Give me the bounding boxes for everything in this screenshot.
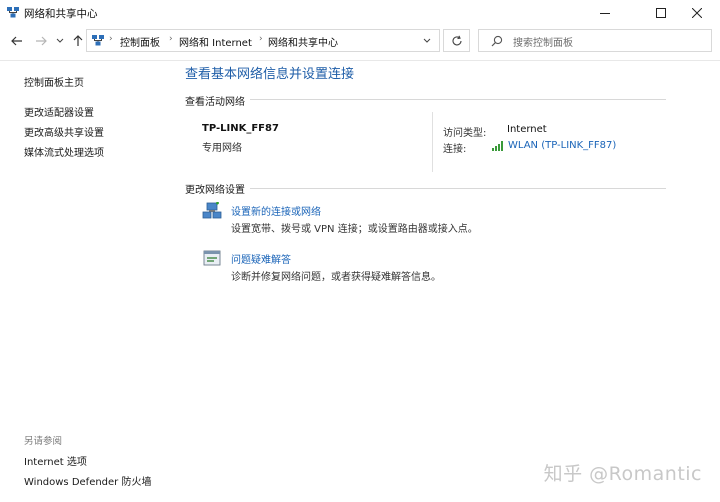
sidebar-item-windows-defender-firewall[interactable]: Windows Defender 防火墙 — [24, 473, 151, 488]
forward-button[interactable] — [32, 32, 50, 50]
access-type-label: 访问类型: — [443, 128, 487, 139]
back-button[interactable] — [8, 32, 26, 50]
divider — [0, 60, 720, 61]
sidebar-item-media-streaming-options[interactable]: 媒体流式处理选项 — [24, 144, 104, 159]
arrow-up-icon — [73, 35, 83, 46]
arrow-left-icon — [11, 36, 22, 46]
new-connection-icon — [202, 202, 222, 219]
breadcrumb-network-sharing-center[interactable]: 网络和共享中心 — [268, 34, 338, 49]
search-box[interactable]: 搜索控制面板 — [478, 29, 712, 52]
chevron-right-icon: › — [109, 34, 113, 44]
wlan-connection-link[interactable]: WLAN (TP-LINK_FF87) — [508, 140, 616, 151]
wifi-signal-icon — [492, 141, 503, 151]
troubleshoot-icon — [203, 250, 221, 266]
up-button[interactable] — [69, 32, 87, 50]
chevron-right-icon: › — [169, 34, 173, 44]
network-center-icon — [92, 35, 104, 46]
setup-new-connection-link[interactable]: 设置新的连接或网络 — [231, 203, 321, 218]
search-icon — [491, 35, 503, 47]
minimize-icon — [600, 13, 610, 14]
close-button[interactable] — [674, 0, 720, 26]
sidebar-item-change-adapter-settings[interactable]: 更改适配器设置 — [24, 104, 94, 119]
divider — [432, 112, 433, 172]
chevron-down-icon[interactable] — [423, 38, 431, 44]
recent-locations-button[interactable] — [53, 32, 67, 50]
title-bar: 网络和共享中心 — [0, 0, 720, 26]
close-icon — [692, 8, 702, 18]
watermark: 知乎 @Romantic — [543, 463, 702, 485]
maximize-icon — [656, 8, 666, 18]
divider — [250, 99, 666, 100]
page-title: 查看基本网络信息并设置连接 — [185, 67, 355, 82]
active-networks-heading: 查看活动网络 — [185, 97, 245, 108]
minimize-button[interactable] — [582, 0, 628, 26]
refresh-button[interactable] — [443, 29, 470, 52]
connections-label: 连接: — [443, 144, 467, 155]
breadcrumb-network-internet[interactable]: 网络和 Internet — [179, 34, 252, 49]
troubleshoot-link[interactable]: 问题疑难解答 — [231, 251, 291, 266]
setup-new-connection-desc: 设置宽带、拨号或 VPN 连接；或设置路由器或接入点。 — [231, 224, 478, 235]
arrow-right-icon — [36, 36, 47, 46]
network-category[interactable]: 专用网络 — [202, 139, 242, 154]
troubleshoot-desc: 诊断并修复网络问题，或者获得疑难解答信息。 — [231, 272, 441, 283]
refresh-icon — [452, 35, 462, 45]
window-title: 网络和共享中心 — [24, 8, 98, 20]
breadcrumb-control-panel[interactable]: 控制面板 — [120, 34, 160, 49]
change-settings-heading: 更改网络设置 — [185, 185, 245, 196]
search-input[interactable]: 搜索控制面板 — [513, 34, 573, 49]
see-also-heading: 另请参阅 — [24, 436, 63, 447]
divider — [250, 188, 666, 189]
network-name: TP-LINK_FF87 — [202, 123, 279, 134]
sidebar-item-control-panel-home[interactable]: 控制面板主页 — [24, 74, 84, 89]
network-center-icon — [7, 7, 19, 18]
sidebar-item-internet-options[interactable]: Internet 选项 — [24, 453, 87, 468]
sidebar-item-advanced-sharing-settings[interactable]: 更改高级共享设置 — [24, 124, 104, 139]
access-type-value: Internet — [507, 124, 547, 135]
address-bar[interactable]: › 控制面板 › 网络和 Internet › 网络和共享中心 — [86, 29, 440, 52]
chevron-right-icon: › — [259, 34, 263, 44]
chevron-down-icon — [56, 38, 64, 43]
